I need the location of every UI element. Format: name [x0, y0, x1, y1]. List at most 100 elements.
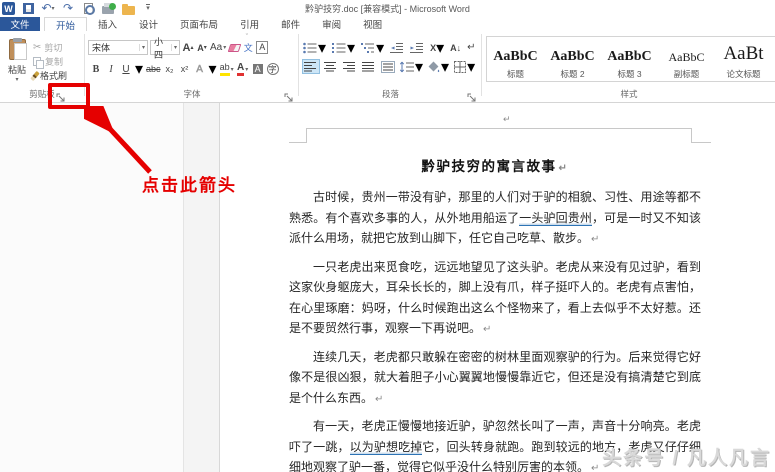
copy-label: 复制 — [45, 55, 63, 68]
style-sample: AaBbC — [658, 41, 715, 65]
justify-button[interactable] — [361, 59, 377, 74]
tab-mailings[interactable]: 邮件 — [270, 17, 311, 31]
line-spacing-button[interactable]: ▾ — [399, 59, 424, 74]
change-case-button[interactable]: Aa▾ — [210, 40, 226, 55]
tab-file[interactable]: 文件 — [0, 17, 40, 31]
sort-icon: A↓ — [450, 43, 461, 53]
styles-group-label: 样式 — [483, 88, 775, 100]
italic-button[interactable]: I — [105, 62, 117, 77]
group-styles: AaBbC标题 AaBbC标题 2 AaBbC标题 3 AaBbC副标题 AaB… — [483, 31, 775, 102]
font-name-combobox[interactable]: 宋体 ▾ — [88, 40, 148, 55]
eraser-icon — [227, 44, 241, 52]
grow-mark-icon: ▴ — [190, 44, 193, 51]
dialog-launcher-icon — [467, 93, 477, 103]
document-title: 黔驴技穷的寓言故事↵ — [289, 155, 701, 175]
change-case-dropdown-icon: ▾ — [223, 44, 226, 51]
enclose-characters-button[interactable]: 字 — [267, 62, 279, 77]
paragraph-dialog-launcher[interactable] — [467, 90, 477, 100]
enclose-characters-icon: 字 — [267, 63, 279, 75]
style-item-title[interactable]: AaBbC标题 — [487, 37, 544, 81]
underline-button[interactable]: U — [120, 62, 132, 77]
scissors-icon: ✂ — [33, 42, 41, 53]
tab-home[interactable]: 开始 — [44, 17, 87, 31]
cut-button[interactable]: ✂ 剪切 — [33, 41, 62, 54]
style-item-paper-title[interactable]: AaBt论文标题 — [715, 37, 772, 81]
bullets-button[interactable]: ▾ — [302, 40, 327, 55]
style-sample: AaBbC — [544, 41, 601, 65]
clipboard-paste-icon — [9, 39, 26, 60]
asian-layout-dropdown-icon: ▾ — [436, 38, 444, 58]
line-spacing-dropdown-icon: ▾ — [415, 57, 423, 77]
character-border-button[interactable]: A — [256, 40, 268, 55]
hyperlink[interactable]: 以为驴想吃掉 — [350, 440, 423, 455]
text-effects-dropdown-icon[interactable]: ▾ — [209, 59, 217, 79]
align-right-button[interactable] — [342, 59, 358, 74]
bullets-dropdown-icon: ▾ — [318, 38, 326, 58]
hyperlink[interactable]: 一头驴回贵州 — [519, 211, 592, 226]
tab-review[interactable]: 审阅 — [311, 17, 352, 31]
shading-button[interactable]: ▾ — [427, 59, 450, 74]
group-font: 宋体 ▾ 小四 ▾ A▴ A▾ Aa▾ 文 A B I U ▾ abc — [86, 31, 298, 102]
font-size-dropdown-icon[interactable]: ▾ — [171, 44, 179, 51]
document-body[interactable]: 古时候，贵州一带没有驴，那里的人们对于驴的相貌、习性、用途等都不熟悉。有个喜欢多… — [289, 187, 701, 472]
tab-view[interactable]: 视图 — [352, 17, 393, 31]
group-paragraph: ▾ ▾ ▾ X▾ A↓ ↵ ▾ ▾ ▾ 段落 — [300, 31, 481, 102]
superscript-button[interactable]: x² — [179, 62, 191, 77]
increase-indent-button[interactable] — [409, 40, 425, 55]
copy-button[interactable]: 复制 — [33, 55, 63, 68]
paragraph-mark: ↵ — [375, 394, 383, 405]
tab-design[interactable]: 设计 — [128, 17, 169, 31]
change-case-icon: Aa — [210, 42, 222, 53]
grow-font-button[interactable]: A▴ — [182, 40, 194, 55]
shrink-font-button[interactable]: A▾ — [196, 40, 208, 55]
watermark: 头条号 / 凡人凡言 — [602, 443, 771, 470]
style-label: 标题 2 — [544, 68, 601, 80]
distributed-button[interactable] — [380, 59, 396, 74]
style-item-heading2[interactable]: AaBbC 标题 2 — [544, 37, 601, 81]
decrease-indent-button[interactable] — [389, 40, 405, 55]
font-color-button[interactable]: A▾ — [237, 62, 249, 77]
clear-formatting-button[interactable] — [228, 40, 240, 55]
character-shading-button[interactable]: A — [252, 62, 264, 77]
style-label: 标题 — [487, 68, 544, 80]
paragraph-mark: ↵ — [483, 324, 491, 335]
tab-references[interactable]: 引用 — [229, 17, 270, 31]
ribbon-tab-row: 文件 开始 插入 设计 页面布局 引用 邮件 审阅 视图 — [0, 17, 775, 31]
annotation-text: 点击此箭头 — [142, 171, 237, 196]
format-painter-button[interactable]: 格式刷 — [33, 69, 67, 82]
font-dialog-launcher[interactable] — [284, 90, 294, 100]
font-size-combobox[interactable]: 小四 ▾ — [150, 40, 180, 55]
paste-dropdown-icon[interactable]: ▾ — [4, 76, 30, 83]
multilevel-list-button[interactable]: ▾ — [360, 40, 385, 55]
style-item-heading3[interactable]: AaBbC标题 3 — [601, 37, 658, 81]
highlight-dropdown-icon: ▾ — [231, 66, 234, 73]
bold-button[interactable]: B — [90, 62, 102, 77]
paragraph-mark: ↵ — [591, 234, 599, 245]
asian-layout-button[interactable]: X▾ — [429, 40, 445, 55]
style-item-subtitle[interactable]: AaBbC副标题 — [658, 37, 715, 81]
format-painter-label: 格式刷 — [40, 69, 67, 82]
borders-button[interactable]: ▾ — [453, 59, 476, 74]
paragraph-2: 一只老虎出来觅食吃，远远地望见了这头驴。老虎从来没有见过驴，看到这家伙身躯庞大，… — [289, 257, 701, 341]
font-name-dropdown-icon[interactable]: ▾ — [139, 44, 147, 51]
shading-dropdown-icon: ▾ — [441, 57, 449, 77]
paste-label: 粘贴 — [4, 63, 30, 76]
grow-font-icon: A — [183, 42, 191, 54]
tab-insert[interactable]: 插入 — [87, 17, 128, 31]
style-label: 标题 3 — [601, 68, 658, 80]
numbering-button[interactable]: ▾ — [331, 40, 356, 55]
subscript-button[interactable]: x₂ — [164, 62, 176, 77]
align-center-button[interactable] — [323, 59, 339, 74]
paste-button[interactable]: 粘贴 ▾ — [4, 39, 30, 91]
tab-page-layout[interactable]: 页面布局 — [169, 17, 229, 31]
multilevel-dropdown-icon: ▾ — [376, 38, 384, 58]
sort-button[interactable]: A↓ — [449, 40, 462, 55]
highlight-button[interactable]: ab▾ — [220, 62, 234, 77]
document-page[interactable]: ↵ 黔驴技穷的寓言故事↵ 古时候，贵州一带没有驴，那里的人们对于驴的相貌、习性、… — [219, 103, 775, 472]
strikethrough-button[interactable]: abc — [146, 62, 161, 77]
show-hide-marks-button[interactable]: ↵ — [466, 40, 476, 55]
text-effects-button[interactable]: A — [194, 62, 206, 77]
underline-dropdown-icon[interactable]: ▾ — [135, 59, 143, 79]
align-left-button[interactable] — [302, 59, 320, 74]
phonetic-guide-button[interactable]: 文 — [242, 40, 254, 55]
